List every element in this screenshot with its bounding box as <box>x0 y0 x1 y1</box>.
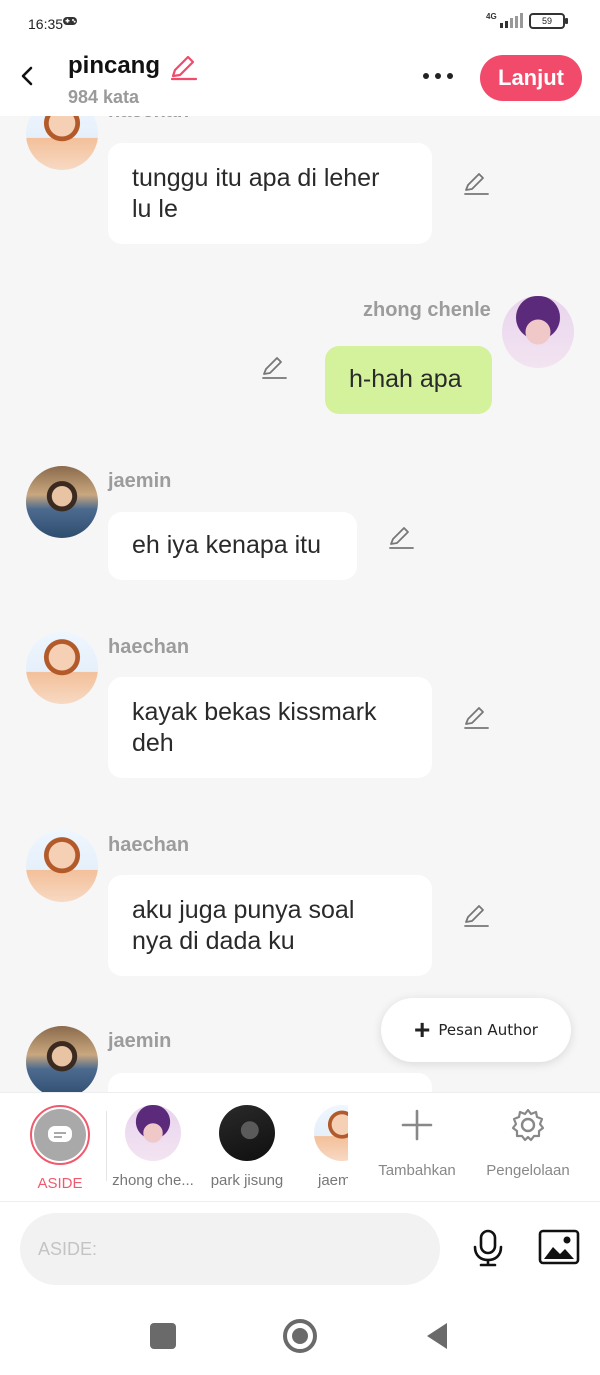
message-bubble[interactable]: tunggu itu apa di leher lu le <box>108 143 432 244</box>
story-header: pincang 984 kata Lanjut <box>0 44 600 116</box>
character-avatar <box>125 1105 181 1161</box>
character-zhong-chenle[interactable]: zhong che... <box>108 1105 198 1189</box>
back-arrow-icon[interactable] <box>14 62 42 90</box>
message-line: aku juga punya soal <box>132 896 355 924</box>
chat-area[interactable]: haechan tunggu itu apa di leher lu le zh… <box>0 116 600 1092</box>
edit-message-icon[interactable] <box>387 524 415 552</box>
avatar-jaemin[interactable] <box>26 1026 98 1092</box>
avatar-zhong-chenle[interactable] <box>502 296 574 368</box>
add-character-button[interactable]: Tambahkan <box>372 1107 462 1179</box>
continue-button[interactable]: Lanjut <box>480 55 582 101</box>
sender-name: haechan <box>108 636 190 658</box>
message-line: kayak bekas kissmark <box>132 698 377 726</box>
edit-message-icon[interactable] <box>462 902 490 930</box>
character-avatar <box>219 1105 275 1161</box>
sender-name: haechan <box>108 116 189 123</box>
home-icon[interactable] <box>283 1319 317 1353</box>
signal-icon <box>500 13 524 34</box>
message-bubble[interactable]: eh iya kenapa itu <box>108 512 357 580</box>
status-time: 16:35 <box>28 16 64 32</box>
story-title[interactable]: pincang <box>68 52 160 80</box>
gear-icon <box>511 1108 545 1142</box>
divider <box>106 1111 107 1181</box>
edit-message-icon[interactable] <box>260 354 288 382</box>
aside-input[interactable] <box>20 1213 440 1285</box>
status-bar: 16:35 4G 59 <box>0 0 600 44</box>
character-park-jisung[interactable]: park jisung <box>202 1105 292 1189</box>
message-line: h-hah apa <box>349 365 462 393</box>
word-count: 984 kata <box>68 87 140 107</box>
system-nav-bar <box>0 1297 600 1375</box>
message-bubble[interactable] <box>108 1073 432 1092</box>
avatar-haechan[interactable] <box>26 830 98 902</box>
recent-apps-icon[interactable] <box>150 1323 176 1349</box>
manage-characters-button[interactable]: Pengelolaan <box>478 1107 578 1179</box>
message-line: deh <box>132 729 174 757</box>
add-label: Tambahkan <box>378 1162 456 1179</box>
character-name: zhong che... <box>112 1172 194 1189</box>
edit-message-icon[interactable] <box>462 170 490 198</box>
character-name: jaem <box>318 1172 348 1189</box>
avatar-haechan[interactable] <box>26 116 98 170</box>
message-bubble[interactable]: h-hah apa <box>325 346 492 414</box>
microphone-icon[interactable] <box>470 1228 506 1273</box>
message-line: nya di dada ku <box>132 927 295 955</box>
aside-label: ASIDE <box>37 1175 83 1192</box>
plus-icon: + <box>414 1014 431 1045</box>
sender-name: zhong chenle <box>363 299 491 321</box>
character-jaemin[interactable]: jaem <box>298 1105 348 1189</box>
message-line: tunggu itu apa di leher <box>132 164 380 192</box>
message-bubble[interactable]: aku juga punya soal nya di dada ku <box>108 875 432 976</box>
edit-message-icon[interactable] <box>462 704 490 732</box>
network-type: 4G <box>486 12 497 21</box>
message-line: eh iya kenapa itu <box>132 531 322 559</box>
gamepad-icon <box>62 14 78 32</box>
battery-icon: 59 <box>529 13 568 29</box>
aside-avatar <box>30 1105 90 1165</box>
character-name: park jisung <box>210 1172 284 1189</box>
pencil-icon[interactable] <box>168 54 198 87</box>
chat-bubble-icon <box>48 1126 72 1142</box>
image-icon[interactable] <box>538 1228 580 1271</box>
message-line: lu le <box>132 195 178 223</box>
character-avatar <box>314 1105 348 1161</box>
back-triangle-icon[interactable] <box>424 1321 450 1356</box>
avatar-haechan[interactable] <box>26 632 98 704</box>
message-bubble[interactable]: kayak bekas kissmark deh <box>108 677 432 778</box>
composer <box>0 1202 600 1297</box>
sender-name: haechan <box>108 834 190 856</box>
avatar-jaemin[interactable] <box>26 466 98 538</box>
character-aside[interactable]: ASIDE <box>15 1105 105 1192</box>
manage-label: Pengelolaan <box>486 1162 570 1179</box>
pesan-author-label: Pesan Author <box>438 1021 538 1039</box>
character-bar: ASIDE zhong che... park jisung jaem Tamb… <box>0 1092 600 1202</box>
sender-name: jaemin <box>108 1030 172 1052</box>
sender-name: jaemin <box>108 470 172 492</box>
plus-icon <box>401 1109 433 1141</box>
more-options-icon[interactable] <box>420 66 456 86</box>
pesan-author-button[interactable]: + Pesan Author <box>381 998 571 1062</box>
